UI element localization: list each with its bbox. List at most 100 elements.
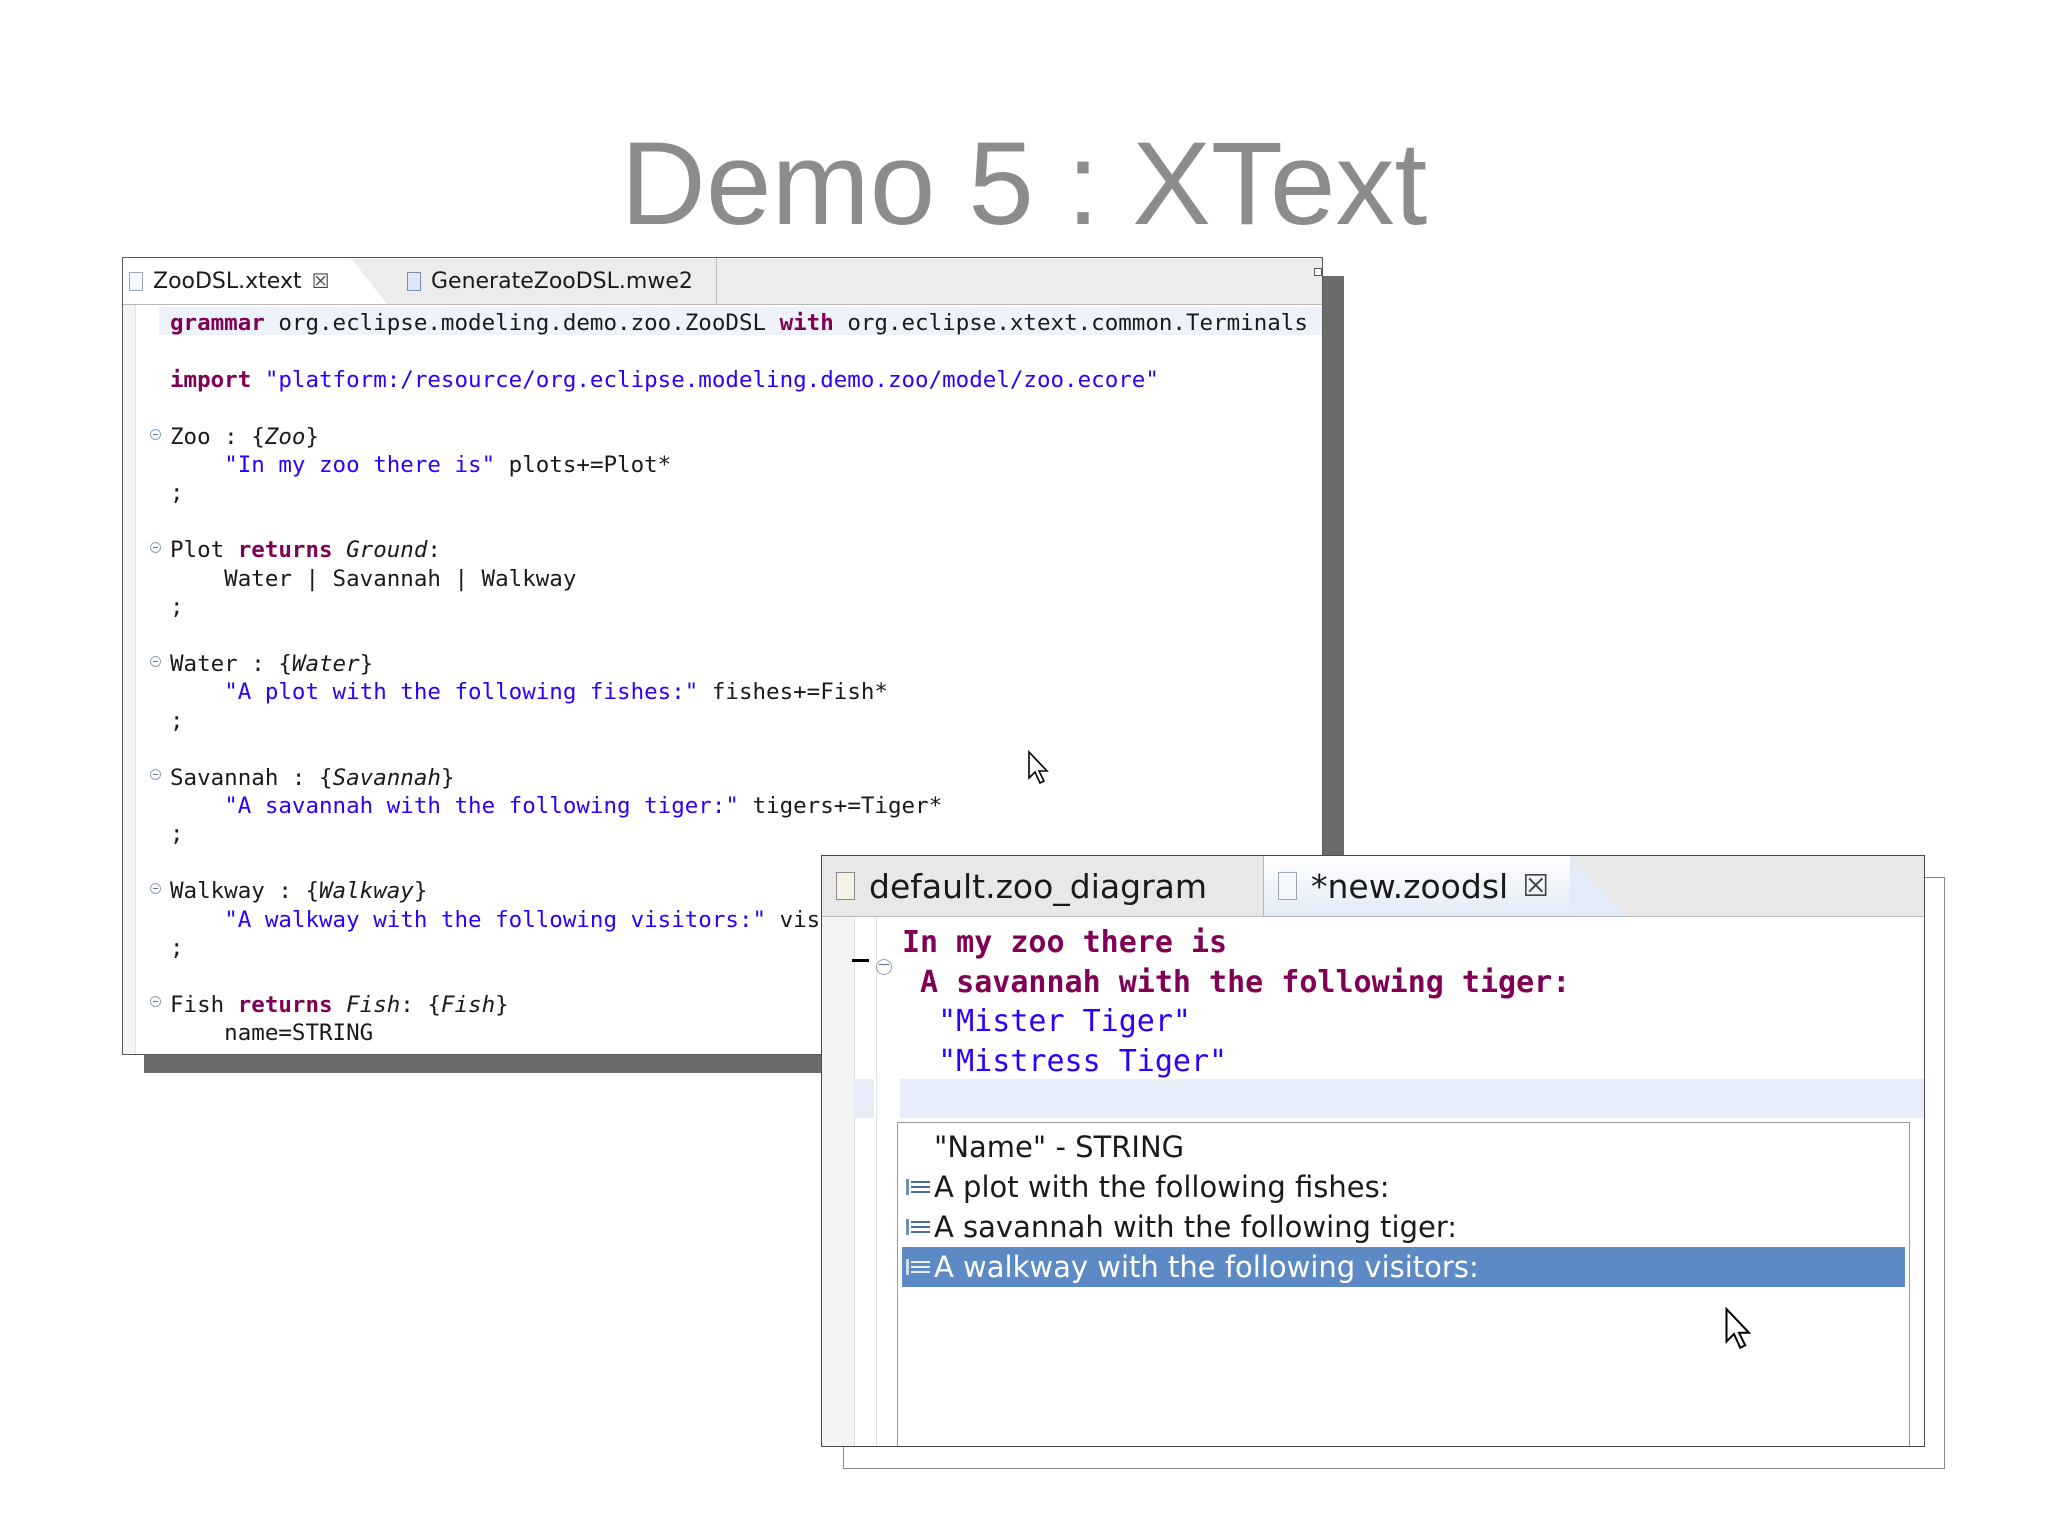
code-token: Water : { — [170, 650, 292, 677]
dsl-editor-ruler — [876, 917, 877, 1446]
fold-collapse-icon[interactable] — [150, 996, 161, 1007]
fold-collapse-icon[interactable] — [876, 959, 892, 975]
fold-collapse-icon[interactable] — [150, 656, 161, 667]
code-token: name=STRING — [170, 1020, 374, 1047]
code-line: A savannah with the following tiger: — [902, 963, 1570, 1003]
tab-generatezoodsl-mwe2[interactable]: GenerateZooDSL.mwe2 — [385, 258, 717, 304]
code-line: ​ — [170, 394, 1308, 422]
code-token: ; — [170, 594, 184, 621]
mwe2-file-icon — [407, 271, 421, 291]
code-token: Water — [291, 650, 360, 677]
dsl-code-area[interactable]: In my zoo there is A savannah with the f… — [902, 923, 1570, 1081]
keyword-proposal-icon — [906, 1219, 930, 1235]
grammar-editor-tabbar: ZooDSL.xtext ☒ GenerateZooDSL.mwe2 — [123, 258, 1322, 305]
xtext-file-icon — [129, 271, 143, 291]
keyword-proposal-icon — [906, 1179, 930, 1195]
text-cursor — [852, 959, 869, 962]
string-literal: "Mister Tiger" — [938, 1004, 1191, 1039]
tab-curve — [1570, 856, 1626, 916]
text-file-icon — [1278, 872, 1297, 900]
proposal-item[interactable]: A savannah with the following tiger: — [902, 1207, 1905, 1247]
code-token: Fish — [346, 991, 401, 1018]
blank-icon — [906, 1139, 930, 1155]
code-token: Walkway — [319, 878, 414, 905]
tab-default-zoo-diagram[interactable]: default.zoo_diagram — [822, 856, 1264, 916]
code-token: org.eclipse.xtext.common.Terminals — [833, 310, 1308, 336]
mouse-pointer-icon — [1725, 1306, 1752, 1350]
code-line: "In my zoo there is" plots+=Plot* — [170, 451, 1308, 479]
current-line-highlight — [900, 1079, 1924, 1118]
string-literal: "Mistress Tiger" — [938, 1043, 1228, 1079]
proposal-label: A plot with the following fishes: — [934, 1170, 1390, 1204]
fold-collapse-icon[interactable] — [150, 769, 161, 780]
diagram-file-icon — [836, 872, 855, 900]
keyword: In my zoo there is — [902, 925, 1228, 960]
maximize-icon[interactable] — [1314, 268, 1322, 276]
code-token: Savannah : { — [170, 764, 333, 791]
code-token: Fish — [440, 991, 496, 1018]
keyword: with — [779, 310, 834, 336]
code-line: ​ — [170, 735, 1308, 763]
code-token: ; — [170, 707, 184, 734]
code-line: ​ — [170, 621, 1308, 649]
proposal-item[interactable]: A plot with the following fishes: — [902, 1167, 1905, 1207]
code-token: Zoo : { — [170, 423, 265, 450]
code-line: "Mister Tiger" — [902, 1002, 1570, 1042]
code-token: ; — [170, 821, 184, 848]
tab-label: default.zoo_diagram — [869, 866, 1208, 906]
tab-zoodsl-xtext[interactable]: ZooDSL.xtext ☒ — [123, 258, 353, 304]
slide-title: Demo 5 : XText — [620, 118, 1428, 250]
code-token: plots+=Plot* — [495, 452, 672, 479]
keyword-proposal-icon — [906, 1259, 930, 1275]
code-token: Savannah — [332, 764, 441, 791]
code-token: Walkway : { — [170, 878, 320, 905]
fold-collapse-icon[interactable] — [150, 429, 161, 440]
code-line: "A savannah with the following tiger:" t… — [170, 792, 1308, 820]
close-icon[interactable]: ☒ — [1522, 869, 1549, 904]
dsl-editor-gutter — [822, 917, 855, 1446]
code-token: tigers+=Tiger* — [738, 792, 943, 819]
tab-label: ZooDSL.xtext — [153, 268, 302, 294]
string-literal: "platform:/resource/org.eclipse.modeling… — [264, 366, 1159, 393]
tab-label: GenerateZooDSL.mwe2 — [431, 268, 693, 294]
code-token: Plot — [170, 537, 238, 564]
code-line: Savannah : {Savannah} — [170, 764, 1308, 792]
code-line: ; — [170, 707, 1308, 735]
code-line: ​ — [170, 508, 1308, 536]
code-line: Zoo : {Zoo} — [170, 423, 1308, 451]
code-token: } — [440, 764, 455, 791]
string-literal: "A walkway with the following visitors:" — [224, 906, 767, 933]
code-line: Water | Savannah | Walkway — [170, 565, 1308, 593]
code-token: fishes+=Fish* — [698, 679, 888, 706]
string-literal: "A savannah with the following tiger:" — [224, 792, 739, 819]
code-line: "Mistress Tiger" — [902, 1042, 1570, 1082]
code-token: } — [359, 650, 374, 677]
code-token: Fish — [170, 991, 238, 1018]
fold-collapse-icon[interactable] — [150, 542, 161, 553]
string-literal: "A plot with the following fishes:" — [224, 679, 699, 706]
code-token: org.eclipse.modeling.demo.zoo.ZooDSL — [264, 310, 780, 336]
code-token: } — [413, 878, 428, 905]
keyword: grammar — [170, 310, 265, 336]
code-line: "A plot with the following fishes:" fish… — [170, 678, 1308, 706]
string-literal: "In my zoo there is" — [224, 452, 496, 479]
fold-collapse-icon[interactable] — [150, 883, 161, 894]
code-line: Plot returns Ground: — [170, 536, 1308, 564]
proposal-item[interactable]: "Name" - STRING — [902, 1127, 1905, 1167]
keyword: returns — [237, 991, 333, 1018]
code-line: Water : {Water} — [170, 650, 1308, 678]
code-token: : { — [400, 991, 441, 1018]
code-token: Zoo — [264, 423, 306, 450]
code-token: Ground — [346, 537, 428, 564]
proposal-label: A savannah with the following tiger: — [934, 1210, 1458, 1244]
keyword: A savannah with the following tiger: — [902, 964, 1571, 1000]
tab-new-zoodsl[interactable]: *new.zoodsl ☒ — [1264, 856, 1572, 916]
proposal-item[interactable]: A walkway with the following visitors: — [902, 1247, 1905, 1287]
dsl-editor-window: default.zoo_diagram *new.zoodsl ☒ In my … — [821, 855, 1925, 1447]
close-icon[interactable]: ☒ — [312, 269, 330, 293]
proposal-label: A walkway with the following visitors: — [934, 1250, 1479, 1284]
